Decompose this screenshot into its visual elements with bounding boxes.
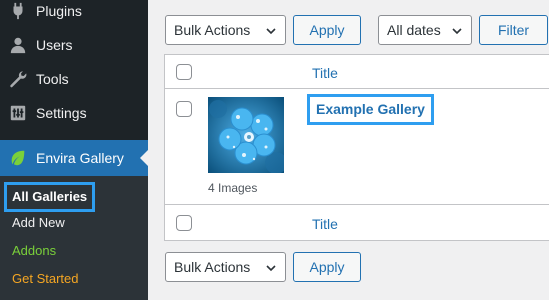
- menu-item-label: Plugins: [36, 3, 82, 19]
- chevron-down-icon: [451, 24, 463, 36]
- dates-select[interactable]: All dates: [378, 15, 472, 45]
- plug-icon: [8, 1, 28, 21]
- bulk-actions-value: Bulk Actions: [174, 259, 251, 275]
- select-all-checkbox-footer[interactable]: [176, 215, 192, 231]
- row-divider: [165, 88, 549, 89]
- bulk-actions-value: Bulk Actions: [174, 22, 251, 38]
- menu-item-label: Envira Gallery: [36, 150, 124, 166]
- filter-button[interactable]: Filter: [479, 15, 548, 45]
- title-column-footer[interactable]: Title: [312, 216, 338, 232]
- submenu-add-new[interactable]: Add New: [12, 215, 65, 230]
- menu-item-settings[interactable]: Settings: [0, 96, 148, 130]
- submenu-addons[interactable]: Addons: [12, 243, 56, 258]
- gallery-title-link[interactable]: Example Gallery: [307, 94, 434, 125]
- menu-item-users[interactable]: Users: [0, 28, 148, 62]
- gallery-thumbnail[interactable]: [208, 97, 284, 173]
- row-divider: [165, 204, 549, 205]
- row-checkbox[interactable]: [176, 101, 192, 117]
- chevron-down-icon: [265, 261, 277, 273]
- menu-item-envira-gallery[interactable]: Envira Gallery: [0, 140, 148, 176]
- menu-item-plugins[interactable]: Plugins: [0, 0, 148, 28]
- leaf-icon: [8, 148, 28, 168]
- chevron-down-icon: [265, 24, 277, 36]
- bulk-actions-select-bottom[interactable]: Bulk Actions: [165, 252, 286, 282]
- admin-sidebar: Plugins Users Tools Settings Envira Gall…: [0, 0, 148, 300]
- user-icon: [8, 35, 28, 55]
- bulk-actions-select[interactable]: Bulk Actions: [165, 15, 286, 45]
- wrench-icon: [8, 69, 28, 89]
- submenu-all-galleries[interactable]: All Galleries: [4, 182, 96, 212]
- select-all-checkbox[interactable]: [176, 64, 192, 80]
- envira-submenu: All Galleries Add New Addons Get Started: [0, 176, 148, 300]
- apply-button-bottom[interactable]: Apply: [293, 252, 361, 282]
- dates-value: All dates: [387, 22, 441, 38]
- menu-item-tools[interactable]: Tools: [0, 62, 148, 96]
- submenu-get-started[interactable]: Get Started: [12, 271, 78, 286]
- sliders-icon: [8, 103, 28, 123]
- menu-item-label: Settings: [36, 105, 87, 121]
- menu-item-label: Tools: [36, 71, 69, 87]
- apply-button[interactable]: Apply: [293, 15, 361, 45]
- image-count: 4 Images: [208, 181, 258, 195]
- galleries-table: Title 4 Images Example Gallery Title: [164, 54, 549, 241]
- menu-item-label: Users: [36, 37, 73, 53]
- title-column-header[interactable]: Title: [312, 65, 338, 81]
